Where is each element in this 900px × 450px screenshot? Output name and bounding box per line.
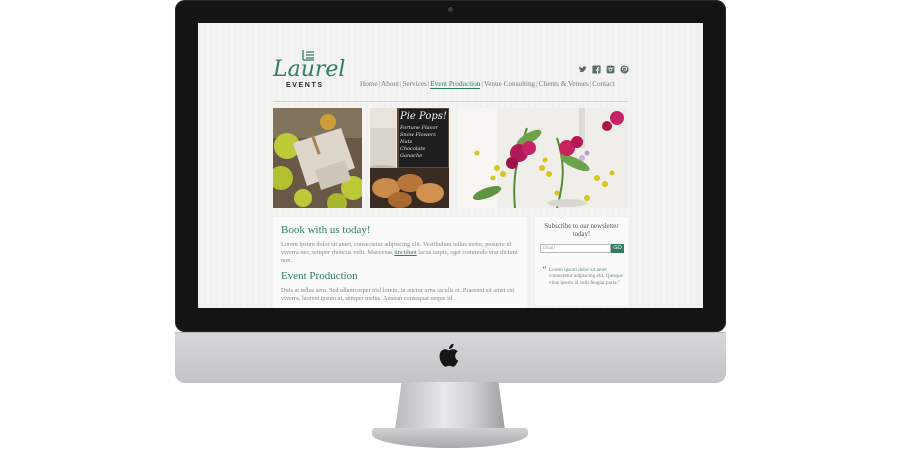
nav-event-production[interactable]: Event Production: [430, 80, 481, 89]
newsletter-panel: Subscribe to our newsletter today! Email…: [535, 217, 628, 305]
email-input[interactable]: Email: [540, 244, 611, 253]
photo-lemons-tags: [273, 108, 362, 208]
chalk-title: Pie Pops!: [400, 111, 447, 122]
social-links: [578, 61, 629, 74]
logo-wordmark: Laurel: [273, 57, 346, 82]
twitter-icon[interactable]: [578, 61, 587, 73]
nav-clients-venues[interactable]: Clients & Venues: [539, 80, 589, 88]
nav-contact[interactable]: Contact: [592, 80, 614, 88]
chalk-line: Fortune Flavor: [400, 125, 438, 131]
nav-home[interactable]: Home: [360, 80, 378, 88]
event-paragraph: Duis at tellus sem. Sed ullamcorper nisl…: [281, 287, 515, 302]
photo-flowers: [457, 108, 628, 208]
apple-logo-icon: [439, 343, 459, 367]
header-divider: [273, 101, 628, 102]
instagram-icon[interactable]: [606, 61, 615, 74]
photo-chalkboard-pastries: Pie Pops! Fortune Flavor Snow Flowers Nu…: [370, 108, 449, 208]
main-nav: Home|About|Services|Event Production|Ven…: [360, 80, 615, 89]
testimonial-quote: Lorem ipsum dolor sit amet consectetur a…: [549, 267, 624, 286]
book-paragraph: Lorem ipsum dolor sit amet, consectetur …: [281, 241, 525, 265]
book-link[interactable]: tincidunt: [394, 249, 416, 256]
facebook-icon[interactable]: [592, 61, 601, 74]
screen: Laurel EVENTS Home|About|Services|Event …: [198, 23, 703, 308]
monitor-stand-neck: [395, 382, 505, 430]
event-production-heading: Event Production: [281, 270, 358, 282]
pinterest-icon[interactable]: [620, 61, 629, 74]
nav-services[interactable]: Services: [402, 80, 426, 88]
chalk-line: Chocolate Ganache: [400, 146, 426, 159]
logo-subtitle: EVENTS: [286, 82, 324, 89]
nav-venue-consulting[interactable]: Venue Consulting: [484, 80, 535, 88]
camera-dot: [448, 7, 453, 12]
go-button[interactable]: GO: [611, 244, 624, 253]
subscribe-title: Subscribe to our newsletter today!: [544, 223, 619, 238]
content-panel: Book with us today! Lorem ipsum dolor si…: [273, 217, 527, 308]
quote-icon: “: [542, 266, 547, 276]
monitor-stand-foot: [372, 428, 528, 448]
chalk-line: Snow Flowers Nuts: [400, 132, 436, 145]
chalk-menu: Fortune Flavor Snow Flowers Nuts Chocola…: [400, 125, 448, 160]
site-logo[interactable]: Laurel EVENTS: [273, 49, 346, 93]
book-heading: Book with us today!: [281, 224, 371, 236]
nav-about[interactable]: About: [381, 80, 399, 88]
